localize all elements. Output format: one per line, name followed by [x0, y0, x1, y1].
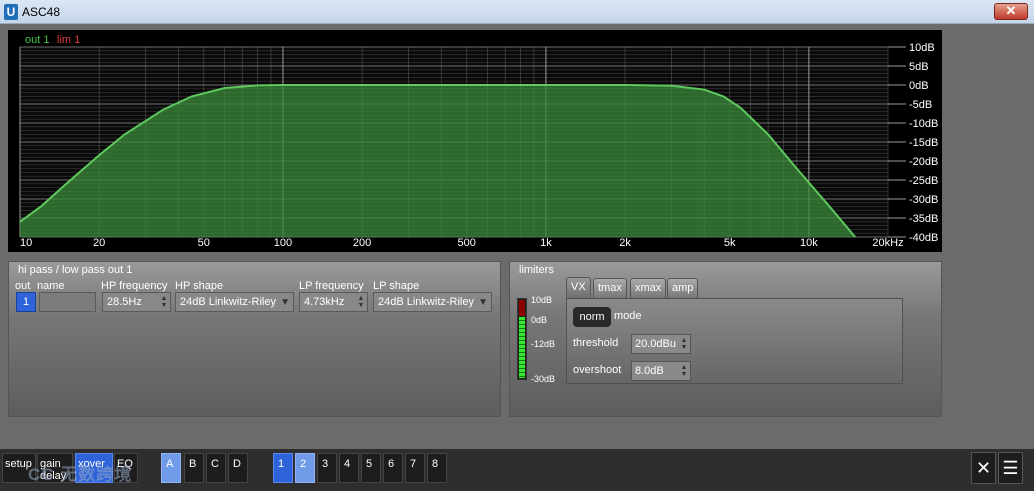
hp-shape-value: 24dB Linkwitz-Riley: [180, 296, 276, 308]
channel-5-button[interactable]: 5: [361, 453, 381, 483]
app-logo-icon: U: [4, 4, 18, 20]
y-tick-label: 10dB: [909, 42, 935, 54]
limiters-panel: limiters 10dB 0dB -12dB -30dB VX tmax xm…: [509, 261, 942, 417]
out-column-label: out: [15, 280, 31, 292]
menu-icon[interactable]: ☰: [998, 452, 1023, 484]
hp-shape-select[interactable]: 24dB Linkwitz-Riley ▼: [175, 292, 294, 312]
tab-xmax[interactable]: xmax: [630, 278, 667, 298]
chevron-down-icon: ▼: [478, 297, 488, 308]
y-tick-label: -30dB: [909, 194, 938, 206]
threshold-label: threshold: [573, 337, 619, 349]
lp-frequency-stepper[interactable]: 4.73kHz ▲ ▼: [299, 292, 368, 312]
output-select-button[interactable]: 1: [16, 292, 36, 312]
x-tick-label: 200: [353, 237, 371, 249]
channel-1-button[interactable]: 1: [273, 453, 293, 483]
meter-label: 0dB: [531, 315, 548, 325]
bottom-toolbar: setup gain delay xover EQ A B C D 1 2 3 …: [0, 449, 1034, 491]
output-name-field[interactable]: [39, 292, 96, 312]
x-tick-label: 2k: [619, 237, 631, 249]
overshoot-stepper[interactable]: 8.0dB ▲ ▼: [631, 361, 691, 381]
lp-shape-select[interactable]: 24dB Linkwitz-Riley ▼: [373, 292, 492, 312]
channel-8-button[interactable]: 8: [427, 453, 447, 483]
legend-out: out 1: [25, 34, 49, 46]
meter-label: 10dB: [531, 295, 553, 305]
meter-level-segment: [519, 317, 525, 378]
y-tick-label: -40dB: [909, 232, 938, 244]
hp-shape-label: HP shape: [175, 280, 224, 292]
mode-label: mode: [614, 310, 642, 322]
x-tick-label: 10k: [800, 237, 818, 249]
y-tick-label: -10dB: [909, 118, 938, 130]
group-a-button[interactable]: A: [161, 453, 181, 483]
crossover-panel: hi pass / low pass out 1 out name HP fre…: [8, 261, 501, 417]
threshold-value: 20.0dBu: [635, 338, 676, 350]
channel-6-button[interactable]: 6: [383, 453, 403, 483]
group-d-button[interactable]: D: [228, 453, 248, 483]
tools-icon[interactable]: ✕: [971, 452, 996, 484]
y-tick-label: 5dB: [909, 61, 929, 73]
tab-tmax[interactable]: tmax: [593, 278, 627, 298]
x-tick-label: 1k: [540, 237, 552, 249]
tab-vx[interactable]: VX: [566, 277, 591, 299]
window-title: ASC48: [22, 5, 61, 19]
spin-arrows-icon[interactable]: ▲ ▼: [357, 295, 365, 309]
x-tick-label: 10: [20, 237, 32, 249]
app-area: 10 20 50 100 200 500 1k 2k 5k 10k 20kHz 10dB 5dB 0dB -…: [0, 24, 1034, 491]
chevron-down-icon: ▼: [280, 297, 290, 308]
name-column-label: name: [37, 280, 65, 292]
channel-4-button[interactable]: 4: [339, 453, 359, 483]
overshoot-value: 8.0dB: [635, 365, 664, 377]
y-tick-label: 0dB: [909, 80, 929, 92]
meter-clip-segment: [519, 300, 525, 316]
close-button[interactable]: ✕: [994, 3, 1028, 20]
spin-arrows-icon[interactable]: ▲ ▼: [680, 364, 688, 378]
channel-2-button[interactable]: 2: [295, 453, 315, 483]
graph-canvas: 10 20 50 100 200 500 1k 2k 5k 10k 20kHz 10dB 5dB 0dB -…: [19, 34, 938, 249]
hp-frequency-value: 28.5Hz: [107, 296, 142, 308]
crossover-panel-title: hi pass / low pass out 1: [18, 264, 133, 276]
legend-lim: lim 1: [57, 34, 80, 46]
meter-label: -12dB: [531, 339, 556, 349]
hp-frequency-stepper[interactable]: 28.5Hz ▲ ▼: [102, 292, 171, 312]
lp-shape-value: 24dB Linkwitz-Riley: [378, 296, 474, 308]
limiters-panel-title: limiters: [519, 264, 554, 276]
x-tick-label: 500: [458, 237, 476, 249]
y-tick-label: -5dB: [909, 99, 932, 111]
channel-3-button[interactable]: 3: [317, 453, 337, 483]
norm-mode-button[interactable]: norm: [573, 307, 611, 327]
tab-amp[interactable]: amp: [667, 278, 699, 298]
group-c-button[interactable]: C: [206, 453, 226, 483]
x-tick-label: 5k: [724, 237, 736, 249]
y-tick-label: -35dB: [909, 213, 938, 225]
hp-frequency-label: HP frequency: [101, 280, 168, 292]
lp-shape-label: LP shape: [373, 280, 420, 292]
meter-label: -30dB: [531, 374, 556, 384]
y-tick-label: -25dB: [909, 175, 938, 187]
watermark-text: CC 无数跨境: [28, 465, 133, 484]
x-tick-label: 100: [274, 237, 292, 249]
frequency-response-graph: 10 20 50 100 200 500 1k 2k 5k 10k 20kHz 10dB 5dB 0dB -…: [8, 30, 942, 252]
channel-7-button[interactable]: 7: [405, 453, 425, 483]
threshold-stepper[interactable]: 20.0dBu ▲ ▼: [631, 334, 691, 354]
vx-tab-content: norm mode threshold 20.0dBu ▲ ▼ overshoot…: [566, 298, 903, 384]
spin-arrows-icon[interactable]: ▲ ▼: [160, 295, 168, 309]
spin-arrows-icon[interactable]: ▲ ▼: [680, 337, 688, 351]
overshoot-label: overshoot: [573, 364, 622, 376]
level-meter: [517, 298, 527, 380]
y-tick-label: -20dB: [909, 156, 938, 168]
title-bar: U ASC48 ✕: [0, 0, 1034, 24]
y-tick-label: -15dB: [909, 137, 938, 149]
lp-frequency-label: LP frequency: [299, 280, 364, 292]
x-tick-label: 50: [198, 237, 210, 249]
x-tick-label: 20: [93, 237, 105, 249]
group-b-button[interactable]: B: [184, 453, 204, 483]
lp-frequency-value: 4.73kHz: [304, 296, 345, 308]
x-tick-label: 20kHz: [872, 237, 903, 249]
